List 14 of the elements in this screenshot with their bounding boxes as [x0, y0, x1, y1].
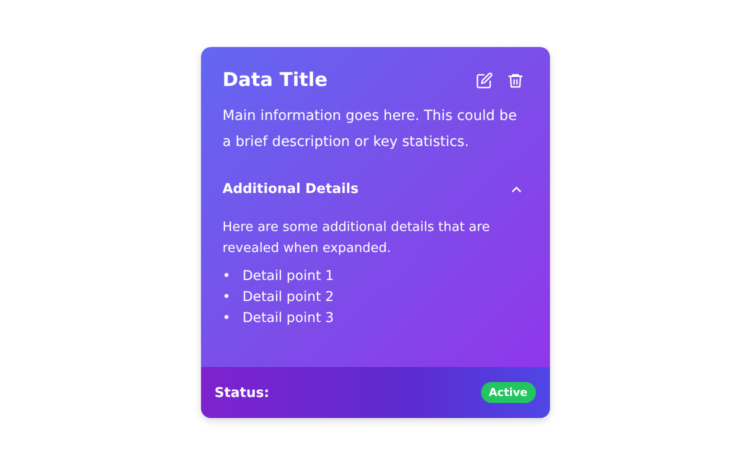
detail-point: Detail point 1 — [242, 267, 334, 286]
bullet: • — [222, 267, 232, 286]
detail-point: Detail point 3 — [242, 309, 334, 328]
bullet: • — [222, 309, 232, 328]
edit-icon[interactable] — [476, 72, 492, 88]
status-label: Status: — [214, 384, 270, 400]
status-badge: Active — [480, 382, 536, 403]
details-toggle[interactable]: Additional Details — [222, 181, 528, 197]
card-title: Data Title — [222, 69, 328, 91]
bullet: • — [222, 288, 232, 307]
detail-point: Detail point 2 — [242, 288, 334, 307]
details-text: Here are some additional details that are revealed when expanded. — [222, 219, 491, 258]
delete-icon[interactable] — [506, 72, 524, 88]
card-description: Main information goes here. This could be a brief description or key statistics. — [222, 107, 518, 152]
